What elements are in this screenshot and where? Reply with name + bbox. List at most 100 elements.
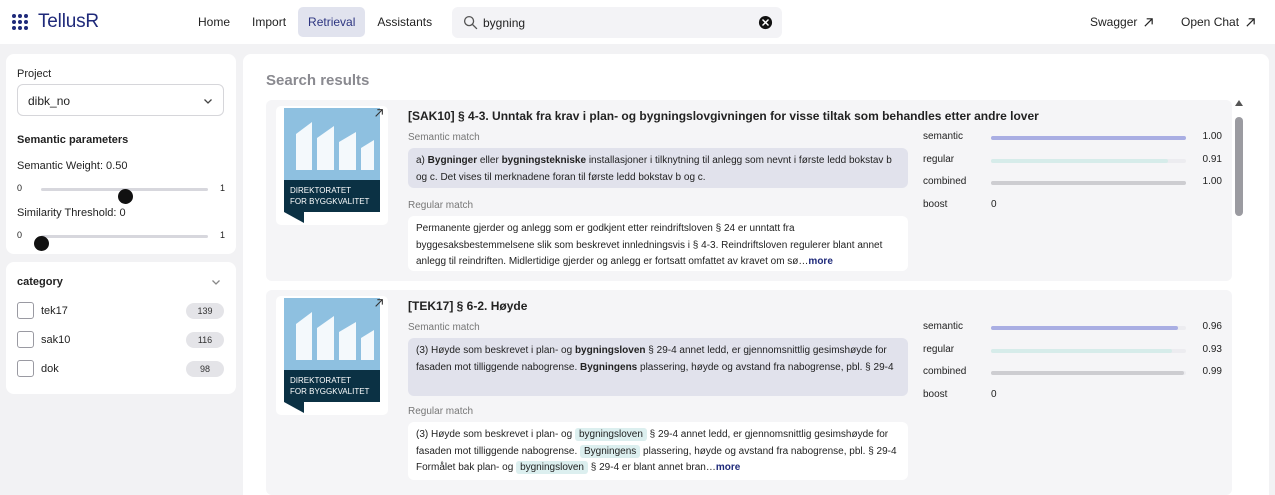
scrollbar-thumb[interactable] <box>1235 117 1243 216</box>
more-link[interactable]: more <box>716 462 740 473</box>
slider-thumb[interactable] <box>117 189 133 204</box>
score-value: 0.99 <box>1202 366 1222 377</box>
snippet-text: a) <box>416 155 428 166</box>
search-input[interactable] <box>483 7 753 38</box>
open-document-icon[interactable] <box>374 298 384 308</box>
score-fill <box>991 159 1169 163</box>
scrollbar[interactable] <box>1235 100 1243 495</box>
score-boost: boost 0 <box>923 199 1223 213</box>
similarity-threshold-slider[interactable]: 0 1 <box>6 228 236 251</box>
chevron-down-icon <box>204 99 212 104</box>
open-document-icon[interactable] <box>374 108 384 118</box>
result-title[interactable]: [SAK10] § 4-3. Unntak fra krav i plan- o… <box>408 109 1039 123</box>
nav-home[interactable]: Home <box>188 7 240 37</box>
highlighted-term: Bygningens <box>580 444 641 458</box>
score-semantic: semantic 0.96 <box>923 321 1223 335</box>
external-link-icon <box>1144 17 1154 27</box>
similarity-threshold-label: Similarity Threshold: 0 <box>17 207 126 219</box>
score-fill <box>991 326 1179 330</box>
bold-term: Bygninger <box>427 155 478 166</box>
bold-term: Bygningens <box>580 361 638 373</box>
regular-snippet: Permanente gjerder og anlegg som er godk… <box>408 216 908 271</box>
score-boost: boost 0 <box>923 389 1223 403</box>
scroll-up-arrow-icon[interactable] <box>1235 100 1243 106</box>
search-icon <box>463 15 478 30</box>
slider-min: 0 <box>17 183 23 193</box>
score-label: semantic <box>923 131 964 142</box>
result-card: DIREKTORATET FOR BYGGKVALITET [TEK17] § … <box>266 290 1232 495</box>
app-name: TellusR <box>38 11 99 32</box>
open-chat-link-label: Open Chat <box>1181 15 1240 29</box>
swagger-link-label: Swagger <box>1090 15 1138 29</box>
score-label: boost <box>923 199 948 210</box>
document-thumbnail[interactable]: DIREKTORATET FOR BYGGKVALITET <box>276 296 388 415</box>
semantic-match-label: Semantic match <box>408 322 480 333</box>
dibk-logo-icon: DIREKTORATET FOR BYGGKVALITET <box>284 298 380 413</box>
semantic-weight-slider[interactable]: 0 1 <box>6 181 236 204</box>
score-value: 1.00 <box>1202 131 1222 142</box>
clear-search-icon[interactable] <box>758 15 773 30</box>
category-title: category <box>17 276 63 288</box>
score-bar <box>991 371 1186 375</box>
score-label: combined <box>923 366 967 377</box>
regular-match-label: Regular match <box>408 200 474 211</box>
bold-term: bygningstekniske <box>501 155 587 166</box>
checkbox[interactable] <box>17 302 34 319</box>
category-item-sak10[interactable]: sak10 116 <box>17 330 224 350</box>
count-badge: 139 <box>186 303 224 319</box>
category-panel: category tek17 139 sak10 116 dok 98 <box>6 262 236 394</box>
score-value: 1.00 <box>1202 176 1222 187</box>
snippet-text: § 29-4 er blant annet bran… <box>588 462 716 473</box>
svg-text:FOR BYGGKVALITET: FOR BYGGKVALITET <box>290 387 370 396</box>
slider-thumb[interactable] <box>34 236 49 251</box>
score-value: 0.91 <box>1202 154 1222 165</box>
result-title[interactable]: [TEK17] § 6-2. Høyde <box>408 299 527 313</box>
project-label: Project <box>17 68 52 80</box>
score-label: combined <box>923 176 967 187</box>
category-item-dok[interactable]: dok 98 <box>17 359 224 379</box>
slider-max: 1 <box>220 183 226 193</box>
score-combined: combined 0.99 <box>923 366 1223 380</box>
semantic-parameters-title: Semantic parameters <box>17 134 129 146</box>
category-item-tek17[interactable]: tek17 139 <box>17 301 224 321</box>
score-label: semantic <box>923 321 964 332</box>
nav-assistants[interactable]: Assistants <box>367 7 442 37</box>
regular-match-label: Regular match <box>408 406 474 417</box>
dibk-logo-icon: DIREKTORATET FOR BYGGKVALITET <box>284 108 380 223</box>
semantic-snippet: (3) Høyde som beskrevet i plan- og bygni… <box>408 338 908 396</box>
nav-import[interactable]: Import <box>242 7 296 37</box>
score-label: regular <box>923 344 955 355</box>
swagger-link[interactable]: Swagger <box>1090 15 1154 29</box>
snippet-text: (3) Høyde som beskrevet i plan- og <box>416 345 575 356</box>
slider-track[interactable] <box>41 188 208 204</box>
result-card: DIREKTORATET FOR BYGGKVALITET [SAK10] § … <box>266 100 1232 281</box>
regular-snippet-text: (3) Høyde som beskrevet i plan- og bygni… <box>416 428 897 474</box>
score-bar <box>991 136 1186 140</box>
parameters-panel: Project dibk_no Semantic parameters Sema… <box>6 54 236 254</box>
open-chat-link[interactable]: Open Chat <box>1181 15 1256 29</box>
page-title: Search results <box>266 72 370 89</box>
score-fill <box>991 181 1186 185</box>
document-thumbnail[interactable]: DIREKTORATET FOR BYGGKVALITET <box>276 106 388 225</box>
project-select[interactable]: dibk_no <box>17 84 224 116</box>
category-label: tek17 <box>41 305 68 317</box>
svg-text:FOR BYGGKVALITET: FOR BYGGKVALITET <box>290 197 370 206</box>
snippet-text: eller <box>477 155 502 166</box>
score-bar <box>991 181 1186 185</box>
slider-min: 0 <box>17 230 23 240</box>
slider-track[interactable] <box>34 235 208 251</box>
search-bar <box>452 7 782 38</box>
nav-retrieval[interactable]: Retrieval <box>298 7 366 37</box>
app-logo[interactable]: TellusR <box>12 11 99 33</box>
checkbox[interactable] <box>17 331 34 348</box>
score-bar <box>991 349 1186 353</box>
score-value: 0.96 <box>1202 321 1222 332</box>
project-select-value: dibk_no <box>28 94 71 108</box>
snippet-text: (3) Høyde som beskrevet i plan- og <box>416 429 575 440</box>
results-panel: Search results DIREKTORATET FOR BYGGKVAL… <box>243 54 1269 495</box>
score-label: regular <box>923 154 955 165</box>
checkbox[interactable] <box>17 360 34 377</box>
more-link[interactable]: more <box>808 256 832 267</box>
chevron-down-icon[interactable] <box>211 277 221 287</box>
main-nav: Home Import Retrieval Assistants <box>188 7 442 37</box>
